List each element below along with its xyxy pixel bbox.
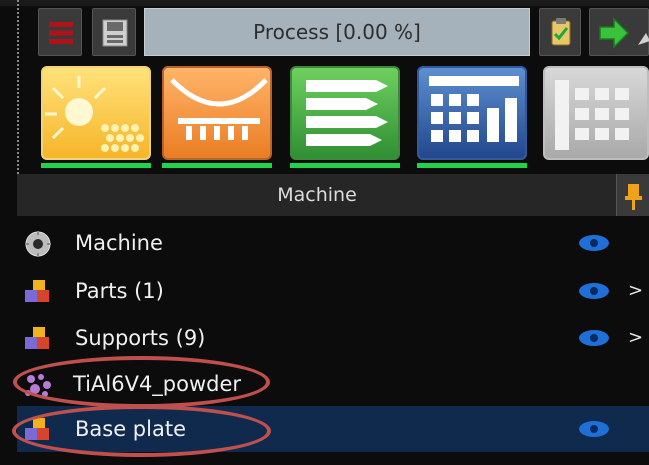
grey-grid-icon xyxy=(555,80,629,150)
parts-icon xyxy=(25,280,49,302)
highlight-ellipse-base-plate xyxy=(12,405,271,457)
visibility-eye-icon[interactable] xyxy=(578,420,610,438)
visibility-eye-icon[interactable] xyxy=(578,329,610,347)
floppy-disk-icon xyxy=(102,19,128,47)
expand-chevron-icon[interactable]: > xyxy=(628,268,643,314)
pin-icon xyxy=(625,184,642,210)
panel-header: Machine xyxy=(17,174,617,216)
tree-item-machine[interactable]: Machine xyxy=(17,220,649,266)
ribbon-process-list-button[interactable] xyxy=(290,66,400,160)
pin-panel-button[interactable] xyxy=(616,174,649,216)
gear-icon xyxy=(25,231,51,257)
tree-item-supports[interactable]: Supports (9) > xyxy=(17,315,649,361)
ribbon-build-preparation-button[interactable] xyxy=(41,66,151,160)
ribbon-machine-button[interactable] xyxy=(162,66,272,160)
top-strip xyxy=(0,0,649,6)
dock-splitter[interactable] xyxy=(17,0,19,198)
tree-item-parts[interactable]: Parts (1) > xyxy=(17,268,649,314)
process-progress-label: Process [0.00 %] xyxy=(253,20,421,44)
tree-item-label: Supports (9) xyxy=(75,326,206,350)
grid-bars-icon xyxy=(429,76,519,142)
save-button[interactable] xyxy=(92,8,136,56)
process-progress-bar[interactable]: Process [0.00 %] xyxy=(144,8,530,56)
parts-icon xyxy=(25,327,49,349)
menu-button[interactable] xyxy=(38,8,82,56)
visibility-eye-icon[interactable] xyxy=(578,234,610,252)
tree-item-label: Parts (1) xyxy=(75,279,164,303)
ribbon-slice-view-indicator xyxy=(417,163,527,168)
ribbon-machine-indicator xyxy=(162,163,272,168)
clipboard-check-icon xyxy=(551,18,571,46)
hamburger-menu-icon xyxy=(49,22,73,44)
ribbon-process-list-indicator xyxy=(290,163,400,168)
visibility-eye-icon[interactable] xyxy=(578,282,610,300)
clipboard-check-button[interactable] xyxy=(539,8,581,56)
run-next-button[interactable] xyxy=(589,8,649,56)
build-platform-icon xyxy=(170,78,268,140)
arrow-right-icon xyxy=(599,17,649,49)
tree-item-label: Machine xyxy=(75,231,163,255)
panel-title: Machine xyxy=(277,184,357,206)
layer-list-icon xyxy=(306,80,388,146)
highlight-ellipse-powder xyxy=(13,356,270,408)
sun-sparkle-icon xyxy=(45,76,144,152)
ribbon-build-preparation-indicator xyxy=(41,163,151,168)
ribbon-disabled-tool-button[interactable] xyxy=(543,66,649,160)
expand-chevron-icon[interactable]: > xyxy=(628,315,643,361)
ribbon-slice-view-button[interactable] xyxy=(417,66,527,160)
